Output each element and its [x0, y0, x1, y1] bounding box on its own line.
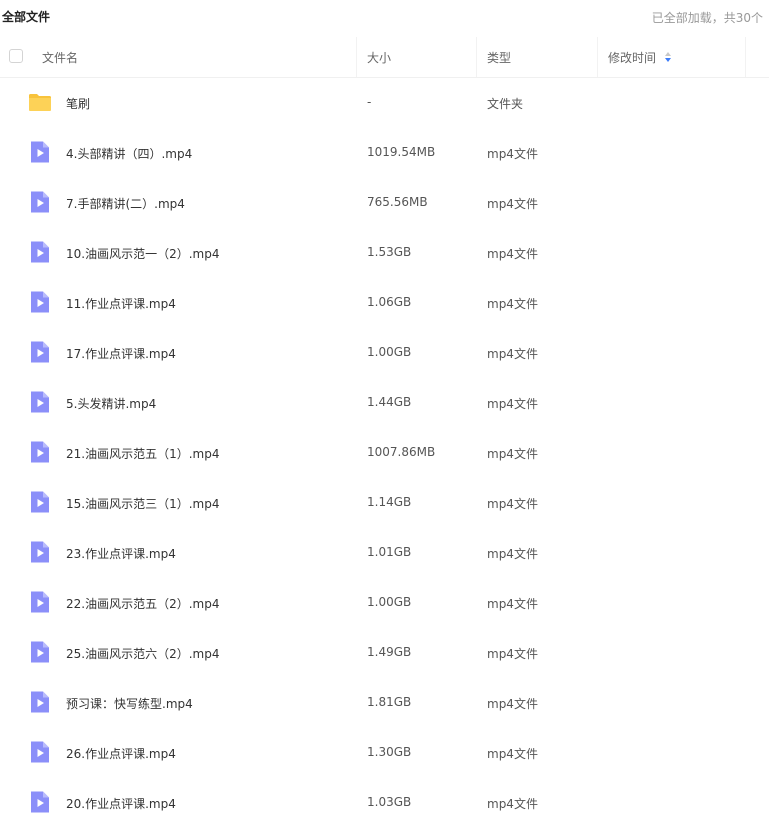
file-size: 1019.54MB: [367, 145, 436, 159]
page-title: 全部文件: [2, 10, 51, 24]
file-type: mp4文件: [487, 297, 538, 311]
file-name[interactable]: 22.油画风示范五（2）.mp4: [66, 595, 219, 612]
file-name[interactable]: 25.油画风示范六（2）.mp4: [66, 645, 219, 662]
column-divider[interactable]: [597, 37, 598, 77]
file-type: mp4文件: [487, 197, 538, 211]
video-file-icon: [28, 790, 52, 814]
file-size: 1.00GB: [367, 345, 412, 359]
video-file-icon: [28, 140, 52, 164]
video-file-icon: [28, 190, 52, 214]
file-size: 765.56MB: [367, 195, 428, 209]
file-row[interactable]: 26.作业点评课.mp4 1.30GB mp4文件: [0, 727, 769, 777]
file-type: mp4文件: [487, 647, 538, 661]
file-size: 1007.86MB: [367, 445, 436, 459]
file-type: mp4文件: [487, 747, 538, 761]
file-row[interactable]: 5.头发精讲.mp4 1.44GB mp4文件: [0, 377, 769, 427]
column-divider[interactable]: [476, 37, 477, 77]
video-file-icon: [28, 240, 52, 264]
file-row[interactable]: 25.油画风示范六（2）.mp4 1.49GB mp4文件: [0, 627, 769, 677]
file-row[interactable]: 10.油画风示范一（2）.mp4 1.53GB mp4文件: [0, 227, 769, 277]
file-row[interactable]: 20.作业点评课.mp4 1.03GB mp4文件: [0, 777, 769, 827]
file-type: mp4文件: [487, 397, 538, 411]
file-row[interactable]: 15.油画风示范三（1）.mp4 1.14GB mp4文件: [0, 477, 769, 527]
file-list-header: 文件名 大小 类型 修改时间: [0, 37, 769, 78]
file-name[interactable]: 17.作业点评课.mp4: [66, 345, 176, 362]
file-row[interactable]: 22.油画风示范五（2）.mp4 1.00GB mp4文件: [0, 577, 769, 627]
file-name[interactable]: 11.作业点评课.mp4: [66, 295, 176, 312]
video-file-icon: [28, 540, 52, 564]
file-row[interactable]: 7.手部精讲(二）.mp4 765.56MB mp4文件: [0, 177, 769, 227]
file-row[interactable]: 17.作业点评课.mp4 1.00GB mp4文件: [0, 327, 769, 377]
file-type: mp4文件: [487, 547, 538, 561]
column-header-type[interactable]: 类型: [487, 49, 511, 66]
file-size: 1.03GB: [367, 795, 412, 809]
file-size: 1.00GB: [367, 595, 412, 609]
file-row[interactable]: 笔刷 - 文件夹: [0, 77, 769, 127]
file-size: 1.81GB: [367, 695, 412, 709]
file-name[interactable]: 7.手部精讲(二）.mp4: [66, 195, 185, 212]
file-type: mp4文件: [487, 147, 538, 161]
file-row[interactable]: 4.头部精讲（四）.mp4 1019.54MB mp4文件: [0, 127, 769, 177]
file-size: 1.49GB: [367, 645, 412, 659]
folder-icon: [28, 90, 52, 114]
file-name[interactable]: 15.油画风示范三（1）.mp4: [66, 495, 219, 512]
file-name[interactable]: 26.作业点评课.mp4: [66, 745, 176, 762]
file-type: mp4文件: [487, 597, 538, 611]
video-file-icon: [28, 690, 52, 714]
file-size: 1.53GB: [367, 245, 412, 259]
column-header-mtime[interactable]: 修改时间: [608, 49, 656, 66]
file-size: 1.30GB: [367, 745, 412, 759]
column-header-size[interactable]: 大小: [367, 49, 391, 66]
file-name[interactable]: 23.作业点评课.mp4: [66, 545, 176, 562]
column-header-name[interactable]: 文件名: [42, 49, 78, 66]
file-type: mp4文件: [487, 697, 538, 711]
file-row[interactable]: 23.作业点评课.mp4 1.01GB mp4文件: [0, 527, 769, 577]
select-all-checkbox[interactable]: [9, 49, 23, 63]
file-name[interactable]: 笔刷: [66, 95, 90, 112]
video-file-icon: [28, 340, 52, 364]
file-name[interactable]: 预习课：快写练型.mp4: [66, 695, 193, 712]
column-divider[interactable]: [745, 37, 746, 77]
video-file-icon: [28, 590, 52, 614]
file-size: -: [367, 95, 372, 109]
video-file-icon: [28, 440, 52, 464]
file-type: mp4文件: [487, 497, 538, 511]
file-size: 1.14GB: [367, 495, 412, 509]
video-file-icon: [28, 640, 52, 664]
file-size: 1.01GB: [367, 545, 412, 559]
video-file-icon: [28, 490, 52, 514]
file-row[interactable]: 11.作业点评课.mp4 1.06GB mp4文件: [0, 277, 769, 327]
file-size: 1.06GB: [367, 295, 412, 309]
load-status-text: 已全部加载，共30个: [651, 11, 763, 25]
file-list: 笔刷 - 文件夹 4.头部精讲（四）.mp4 1019.54MB mp4文件 7.手部精讲(…: [0, 77, 769, 827]
toolbar: 全部文件 已全部加载，共30个: [0, 0, 769, 32]
file-name[interactable]: 21.油画风示范五（1）.mp4: [66, 445, 219, 462]
sort-icon[interactable]: [664, 49, 672, 65]
file-type: mp4文件: [487, 247, 538, 261]
video-file-icon: [28, 740, 52, 764]
file-row[interactable]: 21.油画风示范五（1）.mp4 1007.86MB mp4文件: [0, 427, 769, 477]
file-row[interactable]: 预习课：快写练型.mp4 1.81GB mp4文件: [0, 677, 769, 727]
file-name[interactable]: 10.油画风示范一（2）.mp4: [66, 245, 219, 262]
file-name[interactable]: 4.头部精讲（四）.mp4: [66, 145, 192, 162]
file-size: 1.44GB: [367, 395, 412, 409]
video-file-icon: [28, 390, 52, 414]
column-divider[interactable]: [356, 37, 357, 77]
file-type: mp4文件: [487, 447, 538, 461]
file-name[interactable]: 5.头发精讲.mp4: [66, 395, 156, 412]
file-type: mp4文件: [487, 347, 538, 361]
file-type: 文件夹: [487, 97, 524, 111]
video-file-icon: [28, 290, 52, 314]
